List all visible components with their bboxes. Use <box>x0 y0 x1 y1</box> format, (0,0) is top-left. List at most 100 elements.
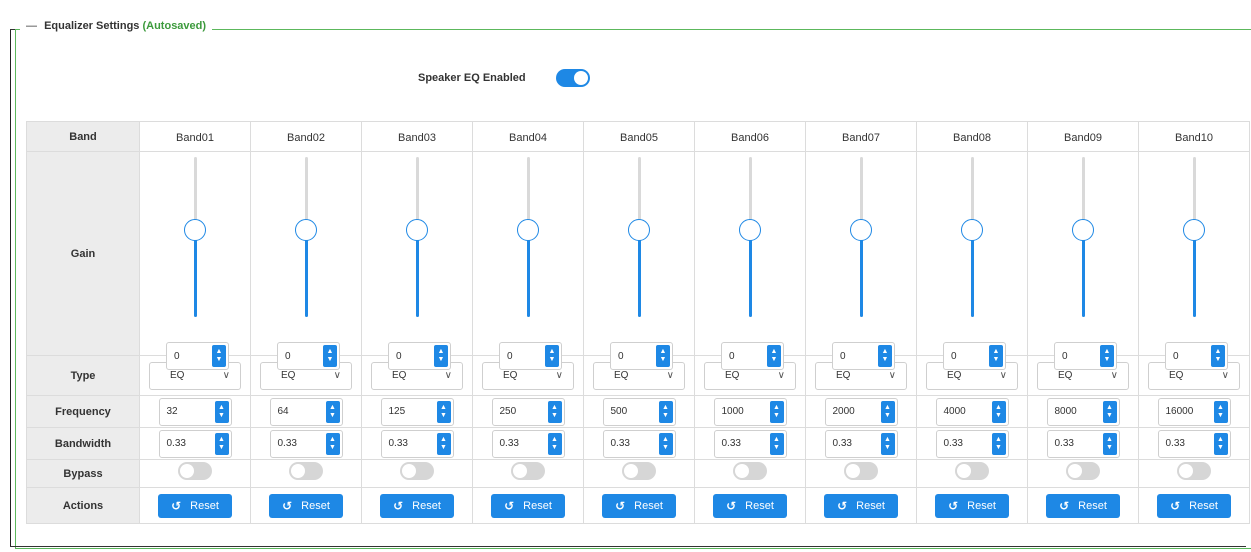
bandwidth-input-3-value[interactable]: 0.33 <box>382 431 435 457</box>
reset-button-5[interactable]: ↺ Reset <box>602 493 676 518</box>
bandwidth-input-6[interactable]: 0.33 ▲ ▼ <box>713 429 787 458</box>
spinner-arrows-icon[interactable]: ▲ ▼ <box>989 345 1003 367</box>
gain-input-7-value[interactable]: 0 <box>833 343 876 369</box>
frequency-input-6-value[interactable]: 1000 <box>715 399 768 425</box>
bandwidth-input-1[interactable]: 0.33 ▲ ▼ <box>158 429 232 458</box>
gain-input-3-value[interactable]: 0 <box>389 343 432 369</box>
gain-slider-2[interactable]: 0 ▲ ▼ <box>251 152 361 370</box>
frequency-input-3-value[interactable]: 125 <box>382 399 435 425</box>
gain-input-8-value[interactable]: 0 <box>944 343 987 369</box>
gain-slider-7[interactable]: 0 ▲ ▼ <box>806 152 916 370</box>
bandwidth-input-3[interactable]: 0.33 ▲ ▼ <box>380 429 454 458</box>
gain-input-7[interactable]: 0 ▲ ▼ <box>832 342 895 370</box>
eq-enabled-toggle[interactable] <box>555 69 590 87</box>
gain-input-2[interactable]: 0 ▲ ▼ <box>277 342 340 370</box>
spinner-arrows-icon[interactable]: ▲ ▼ <box>1102 400 1117 423</box>
frequency-input-10-value[interactable]: 16000 <box>1159 399 1212 425</box>
bandwidth-input-5[interactable]: 0.33 ▲ ▼ <box>602 429 676 458</box>
gain-input-10-value[interactable]: 0 <box>1166 343 1209 369</box>
section-legend[interactable]: — Equalizer Settings (Autosaved) <box>20 20 213 32</box>
chevron-down-icon[interactable]: ∨ <box>1111 370 1118 381</box>
gain-input-4[interactable]: 0 ▲ ▼ <box>499 342 562 370</box>
reset-button-7[interactable]: ↺ Reset <box>824 493 898 518</box>
chevron-down-icon[interactable]: ∨ <box>1000 370 1007 381</box>
frequency-input-9-value[interactable]: 8000 <box>1048 399 1101 425</box>
frequency-input-5-value[interactable]: 500 <box>604 399 657 425</box>
frequency-input-6[interactable]: 1000 ▲ ▼ <box>713 397 787 426</box>
bandwidth-input-1-value[interactable]: 0.33 <box>160 431 213 457</box>
spinner-arrows-icon[interactable]: ▲ ▼ <box>547 400 562 423</box>
slider-thumb[interactable] <box>628 219 650 241</box>
frequency-input-7-value[interactable]: 2000 <box>826 399 879 425</box>
gain-input-8[interactable]: 0 ▲ ▼ <box>943 342 1006 370</box>
spinner-arrows-icon[interactable]: ▲ ▼ <box>880 432 895 455</box>
gain-slider-9[interactable]: 0 ▲ ▼ <box>1028 152 1138 370</box>
spinner-arrows-icon[interactable]: ▲ ▼ <box>325 432 340 455</box>
frequency-input-7[interactable]: 2000 ▲ ▼ <box>824 397 898 426</box>
frequency-input-10[interactable]: 16000 ▲ ▼ <box>1157 397 1231 426</box>
chevron-down-icon[interactable]: ∨ <box>667 370 674 381</box>
spinner-arrows-icon[interactable]: ▲ ▼ <box>769 400 784 423</box>
slider-thumb[interactable] <box>739 219 761 241</box>
spinner-arrows-icon[interactable]: ▲ ▼ <box>547 432 562 455</box>
gain-input-10[interactable]: 0 ▲ ▼ <box>1165 342 1228 370</box>
frequency-input-1-value[interactable]: 32 <box>160 399 213 425</box>
frequency-input-2-value[interactable]: 64 <box>271 399 324 425</box>
gain-slider-6[interactable]: 0 ▲ ▼ <box>695 152 805 370</box>
slider-thumb[interactable] <box>1072 219 1094 241</box>
gain-input-6-value[interactable]: 0 <box>722 343 765 369</box>
chevron-down-icon[interactable]: ∨ <box>223 370 230 381</box>
spinner-arrows-icon[interactable]: ▲ ▼ <box>214 400 229 423</box>
chevron-down-icon[interactable]: ∨ <box>889 370 896 381</box>
spinner-arrows-icon[interactable]: ▲ ▼ <box>658 432 673 455</box>
bandwidth-input-10-value[interactable]: 0.33 <box>1159 431 1212 457</box>
slider-thumb[interactable] <box>850 219 872 241</box>
chevron-down-icon[interactable]: ∨ <box>445 370 452 381</box>
bandwidth-input-9[interactable]: 0.33 ▲ ▼ <box>1046 429 1120 458</box>
spinner-arrows-icon[interactable]: ▲ ▼ <box>212 345 226 367</box>
reset-button-8[interactable]: ↺ Reset <box>935 493 1009 518</box>
spinner-arrows-icon[interactable]: ▲ ▼ <box>656 345 670 367</box>
reset-button-10[interactable]: ↺ Reset <box>1157 493 1231 518</box>
spinner-arrows-icon[interactable]: ▲ ▼ <box>436 432 451 455</box>
bypass-toggle-4[interactable] <box>511 462 545 480</box>
bypass-toggle-7[interactable] <box>844 462 878 480</box>
slider-thumb[interactable] <box>517 219 539 241</box>
frequency-input-8-value[interactable]: 4000 <box>937 399 990 425</box>
chevron-down-icon[interactable]: ∨ <box>556 370 563 381</box>
spinner-arrows-icon[interactable]: ▲ ▼ <box>214 432 229 455</box>
bypass-toggle-5[interactable] <box>622 462 656 480</box>
reset-button-2[interactable]: ↺ Reset <box>269 493 343 518</box>
spinner-arrows-icon[interactable]: ▲ ▼ <box>436 400 451 423</box>
bypass-toggle-8[interactable] <box>955 462 989 480</box>
gain-input-2-value[interactable]: 0 <box>278 343 321 369</box>
frequency-input-5[interactable]: 500 ▲ ▼ <box>602 397 676 426</box>
slider-thumb[interactable] <box>961 219 983 241</box>
chevron-down-icon[interactable]: ∨ <box>778 370 785 381</box>
gain-input-9[interactable]: 0 ▲ ▼ <box>1054 342 1117 370</box>
collapse-icon[interactable]: — <box>26 20 37 32</box>
bandwidth-input-7[interactable]: 0.33 ▲ ▼ <box>824 429 898 458</box>
spinner-arrows-icon[interactable]: ▲ ▼ <box>325 400 340 423</box>
bandwidth-input-5-value[interactable]: 0.33 <box>604 431 657 457</box>
frequency-input-3[interactable]: 125 ▲ ▼ <box>380 397 454 426</box>
gain-slider-8[interactable]: 0 ▲ ▼ <box>917 152 1027 370</box>
spinner-arrows-icon[interactable]: ▲ ▼ <box>767 345 781 367</box>
spinner-arrows-icon[interactable]: ▲ ▼ <box>769 432 784 455</box>
slider-thumb[interactable] <box>184 219 206 241</box>
bandwidth-input-8[interactable]: 0.33 ▲ ▼ <box>935 429 1009 458</box>
spinner-arrows-icon[interactable]: ▲ ▼ <box>658 400 673 423</box>
gain-input-1[interactable]: 0 ▲ ▼ <box>166 342 229 370</box>
gain-input-9-value[interactable]: 0 <box>1055 343 1098 369</box>
chevron-down-icon[interactable]: ∨ <box>1222 370 1229 381</box>
frequency-input-1[interactable]: 32 ▲ ▼ <box>158 397 232 426</box>
bypass-toggle-1[interactable] <box>178 462 212 480</box>
gain-slider-5[interactable]: 0 ▲ ▼ <box>584 152 694 370</box>
slider-thumb[interactable] <box>1183 219 1205 241</box>
bypass-toggle-2[interactable] <box>289 462 323 480</box>
gain-input-1-value[interactable]: 0 <box>167 343 210 369</box>
reset-button-1[interactable]: ↺ Reset <box>158 493 232 518</box>
spinner-arrows-icon[interactable]: ▲ ▼ <box>1100 345 1114 367</box>
gain-slider-10[interactable]: 0 ▲ ▼ <box>1139 152 1249 370</box>
spinner-arrows-icon[interactable]: ▲ ▼ <box>880 400 895 423</box>
